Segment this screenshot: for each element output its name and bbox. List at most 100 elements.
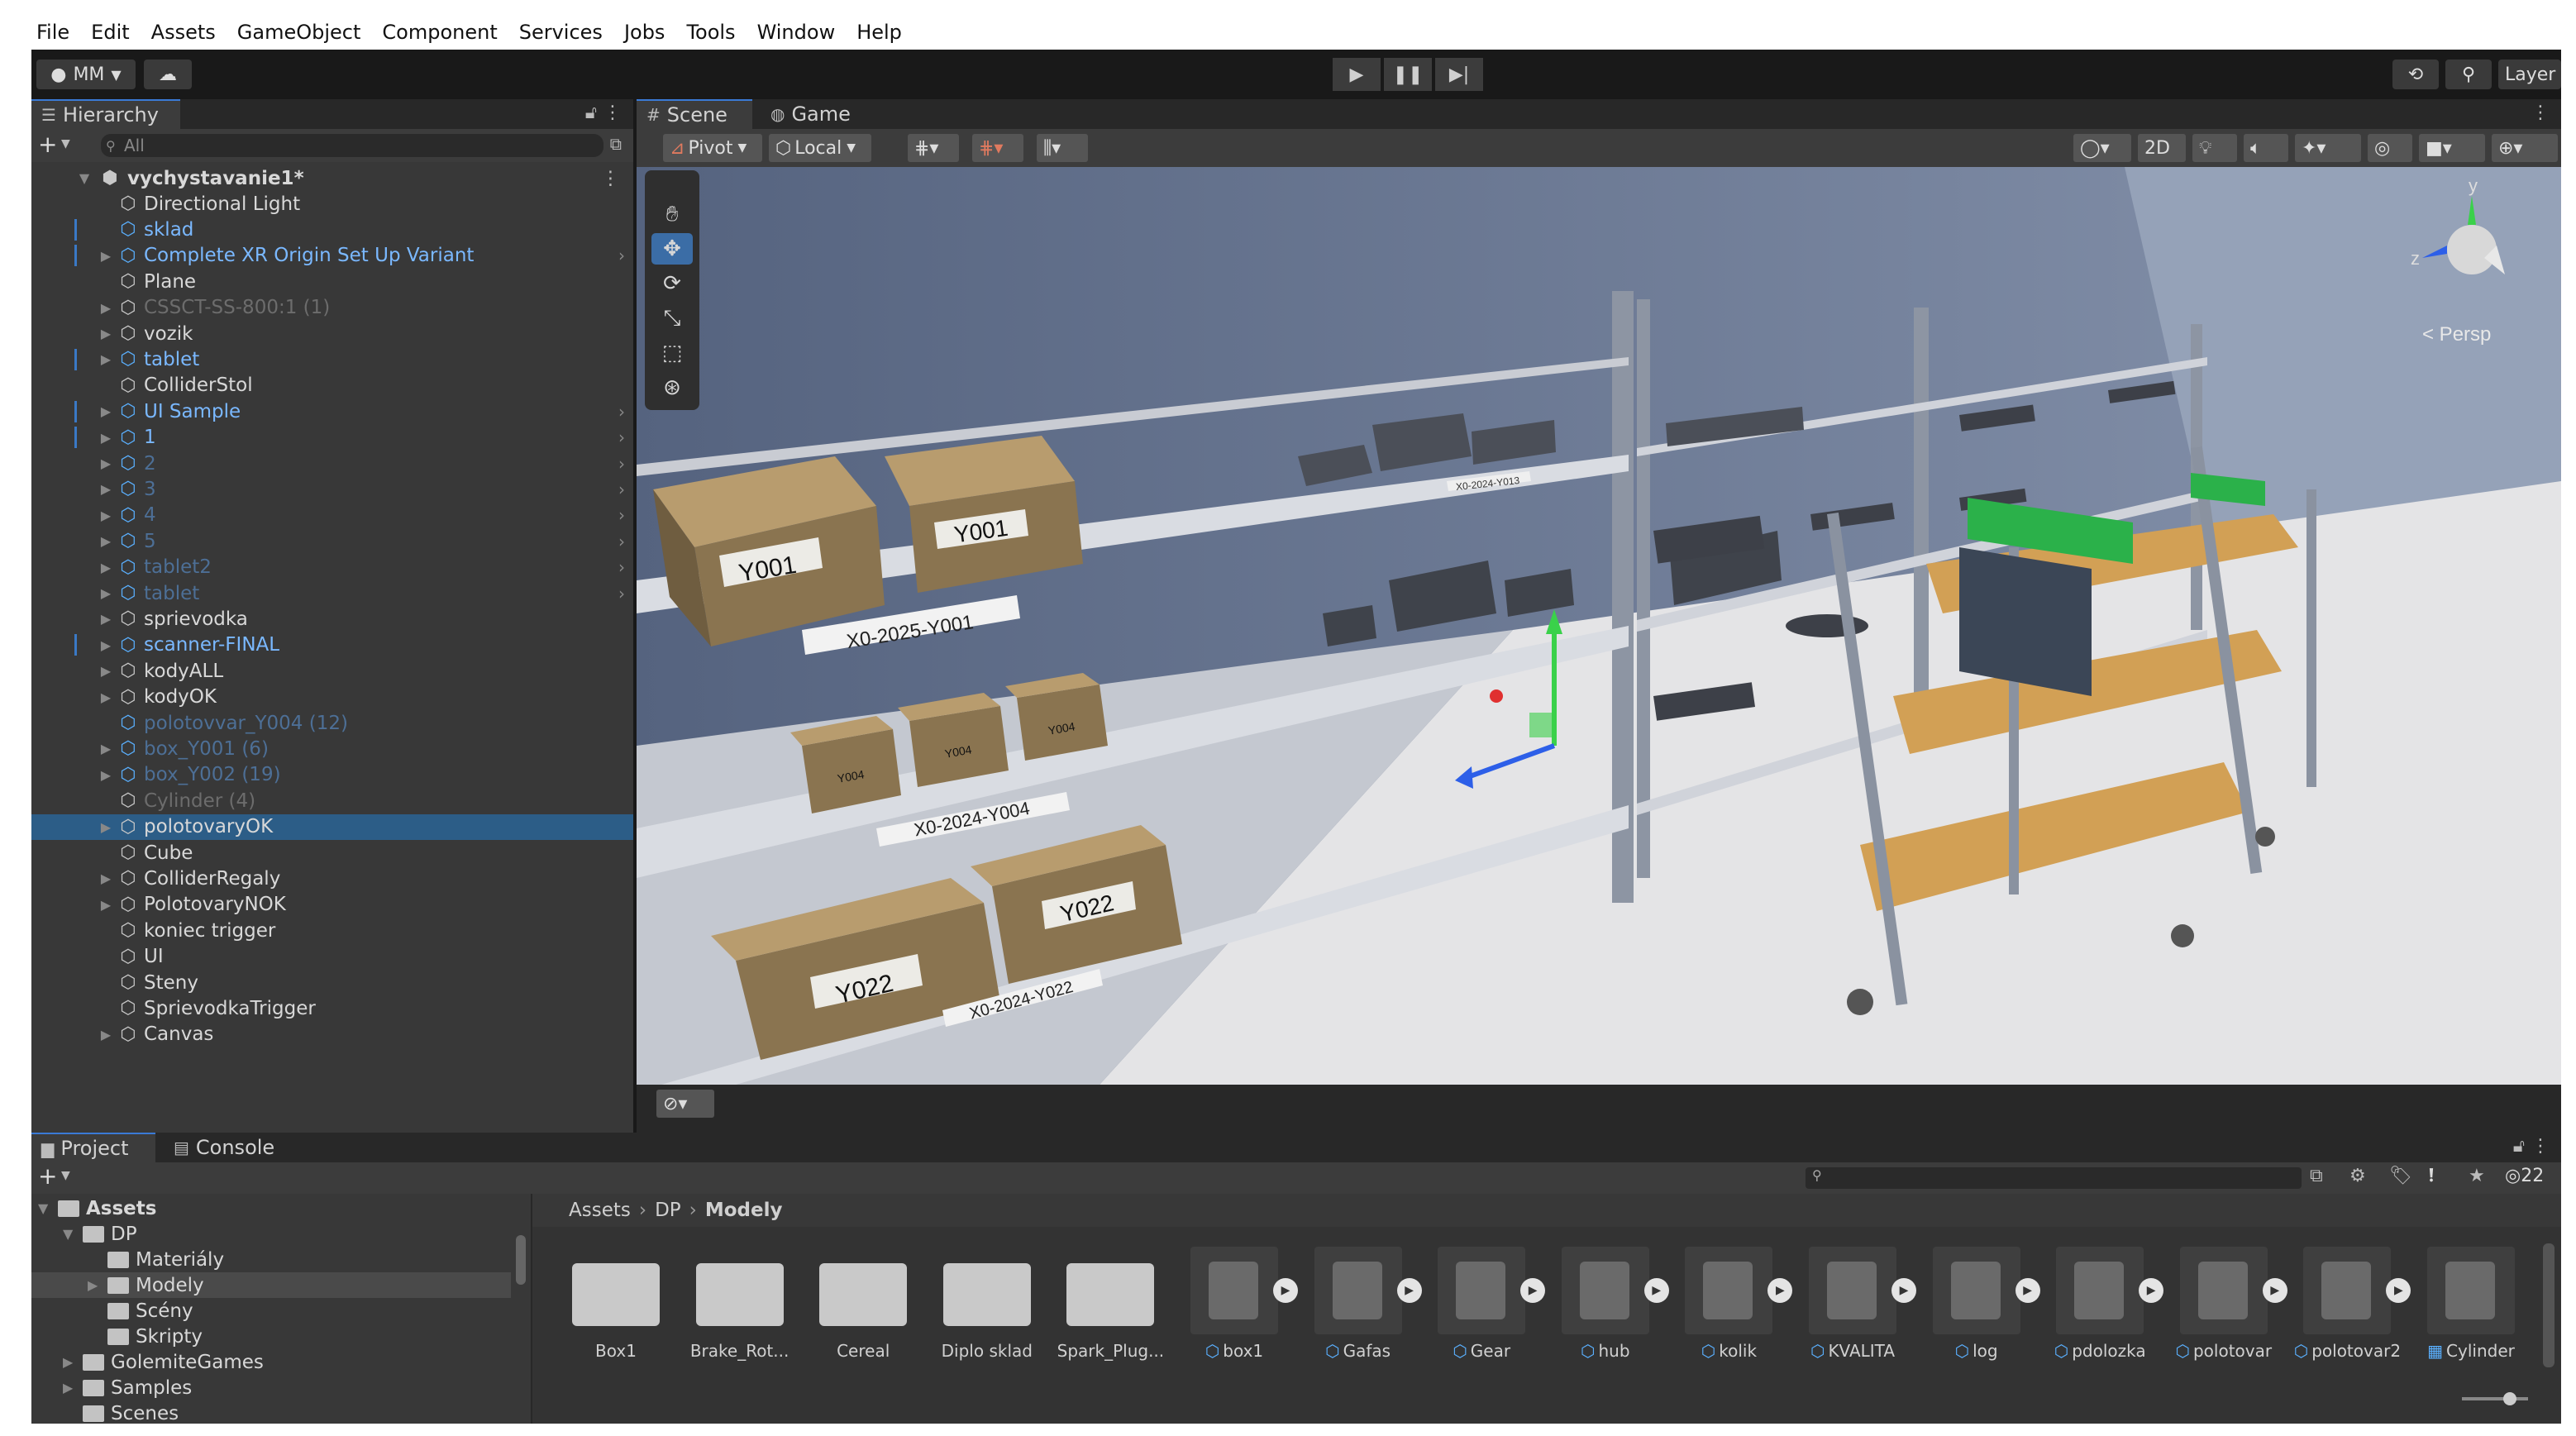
hierarchy-search-input[interactable]: ⚲ All (101, 134, 603, 157)
step-button[interactable]: ▶| (1435, 58, 1483, 91)
project-folder-item[interactable]: ▼ Assets (31, 1195, 511, 1221)
asset-item-folder[interactable]: Cereal (809, 1238, 917, 1371)
zoom-slider[interactable] (2462, 1392, 2528, 1405)
foldout-icon[interactable]: ▶ (98, 663, 114, 679)
expand-asset-icon[interactable]: ▶ (1520, 1278, 1546, 1303)
foldout-icon[interactable]: ▶ (98, 689, 114, 705)
foldout-icon[interactable]: ▶ (98, 351, 114, 367)
gizmos-dropdown[interactable]: ⊕▾ (2492, 134, 2558, 162)
persp-label[interactable]: < Persp (2422, 323, 2491, 346)
hierarchy-item[interactable]: ▶ ⬡ box_Y001 (6) (31, 736, 633, 761)
foldout-icon[interactable]: ▶ (98, 508, 114, 523)
asset-item-model[interactable]: ▶ ⬡ polotovar (2170, 1238, 2287, 1371)
chevron-right-icon[interactable]: › (618, 454, 625, 474)
menu-window[interactable]: Window (752, 21, 852, 44)
project-folder-item[interactable]: Scenes (31, 1400, 511, 1426)
menu-jobs[interactable]: Jobs (619, 21, 682, 44)
project-folder-item[interactable]: ▶ Samples (31, 1375, 511, 1400)
folder-tree-scrollbar[interactable] (516, 1235, 526, 1285)
asset-item-folder[interactable]: Brake_Rot... (686, 1238, 794, 1371)
search-by-type-icon[interactable]: ⧉ (2310, 1166, 2323, 1186)
hierarchy-item[interactable]: ⬡ Steny (31, 970, 633, 995)
expand-asset-icon[interactable]: ▶ (1396, 1278, 1422, 1303)
hierarchy-item[interactable]: ▶ ⬡ UI Sample › (31, 398, 633, 424)
asset-item-folder[interactable]: Spark_Plug... (1057, 1238, 1164, 1371)
asset-grid-scrollbar[interactable] (2543, 1243, 2555, 1367)
foldout-icon[interactable]: ▶ (98, 560, 114, 575)
hidden-objects-toggle[interactable]: ◎ (2368, 134, 2412, 162)
project-search-input[interactable]: ⚲ (1806, 1167, 2302, 1189)
expand-asset-icon[interactable]: ▶ (2015, 1278, 2040, 1303)
camera-dropdown[interactable]: ■▾ (2419, 134, 2485, 162)
foldout-icon[interactable]: ▶ (98, 871, 114, 886)
chevron-right-icon[interactable]: › (618, 505, 625, 525)
chevron-right-icon[interactable]: › (618, 402, 625, 422)
hierarchy-item[interactable]: ⬡ sklad (31, 217, 633, 242)
local-dropdown[interactable]: ⬡ Local ▼ (769, 134, 871, 162)
hierarchy-item[interactable]: ▶ ⬡ Canvas (31, 1022, 633, 1047)
menu-component[interactable]: Component (377, 21, 513, 44)
more-icon[interactable]: ⋮ (2531, 103, 2550, 123)
tab-scene[interactable]: # Scene (637, 99, 752, 129)
hierarchy-item[interactable]: ▶ ⬡ kodyOK (31, 685, 633, 710)
hierarchy-item[interactable]: ▶ ⬡ box_Y002 (19) (31, 762, 633, 788)
more-icon[interactable]: ⋮ (601, 168, 620, 189)
hierarchy-item[interactable]: ▶ ⬡ kodyALL (31, 658, 633, 684)
expand-asset-icon[interactable]: ▶ (1273, 1278, 1298, 1303)
project-folder-item[interactable]: Skripty (31, 1324, 511, 1349)
menu-services[interactable]: Services (514, 21, 619, 44)
hierarchy-item[interactable]: ▶ ⬡ polotovaryOK (31, 813, 633, 840)
hierarchy-item[interactable]: ▶ ⬡ 2 › (31, 451, 633, 476)
hierarchy-item[interactable]: ▶ ⬡ tablet2 › (31, 555, 633, 580)
hierarchy-item[interactable]: ⬡ Directional Light (31, 191, 633, 217)
foldout-icon[interactable]: ▼ (63, 1226, 73, 1242)
effects-dropdown[interactable]: ✦▾ (2295, 134, 2361, 162)
project-folder-item[interactable]: ▶ GolemiteGames (31, 1349, 511, 1375)
account-dropdown[interactable]: ● MM ▼ (36, 60, 136, 89)
expand-asset-icon[interactable]: ▶ (1891, 1278, 1916, 1303)
orientation-dropdown[interactable]: ⊘▾ (656, 1090, 714, 1118)
scale-tool[interactable]: ⤡ (651, 303, 693, 334)
tab-console[interactable]: ▤ Console (164, 1133, 296, 1162)
foldout-icon[interactable]: ▼ (76, 170, 93, 186)
hierarchy-item[interactable]: ⬡ polotovvar_Y004 (12) (31, 710, 633, 736)
hierarchy-item[interactable]: ▶ ⬡ 3 › (31, 476, 633, 502)
chevron-right-icon[interactable]: › (618, 557, 625, 577)
asset-item-mesh[interactable]: ▦ Cylinder (2417, 1238, 2525, 1371)
menu-help[interactable]: Help (852, 21, 918, 44)
hierarchy-item[interactable]: ▶ ⬡ PolotovaryNOK (31, 892, 633, 918)
add-icon[interactable]: + (38, 131, 57, 158)
foldout-icon[interactable]: ▶ (88, 1277, 98, 1293)
favorite-icon[interactable]: ★ (2469, 1166, 2485, 1186)
hidden-packages-toggle[interactable]: ◎22 (2505, 1166, 2544, 1186)
hierarchy-item[interactable]: ▶ ⬡ ColliderRegaly (31, 866, 633, 891)
hierarchy-item[interactable]: ▶ ⬡ Complete XR Origin Set Up Variant › (31, 243, 633, 269)
hierarchy-item[interactable]: ▶ ⬡ CSSCT-SS-800:1 (1) (31, 295, 633, 321)
foldout-icon[interactable]: ▼ (38, 1200, 48, 1216)
expand-asset-icon[interactable]: ▶ (1643, 1278, 1669, 1303)
pivot-dropdown[interactable]: ⊿ Pivot ▼ (663, 134, 762, 162)
lock-icon[interactable]: 🔓︎ (2513, 1136, 2525, 1157)
hierarchy-item[interactable]: ▶ ⬡ tablet (31, 346, 633, 372)
hierarchy-item[interactable]: ⬡ ColliderStol (31, 373, 633, 398)
toggle-2d-button[interactable]: 2D (2138, 134, 2186, 162)
foldout-icon[interactable]: ▶ (98, 300, 114, 316)
breadcrumb-dp[interactable]: DP (655, 1200, 681, 1221)
chevron-down-icon[interactable]: ▼ (61, 1169, 70, 1182)
asset-item-model[interactable]: ▶ ⬡ log (1923, 1238, 2040, 1371)
tab-project[interactable]: ▆ Project (31, 1133, 155, 1162)
pause-button[interactable]: ❚❚ (1384, 58, 1432, 91)
tab-game[interactable]: ◍ Game (761, 99, 868, 129)
foldout-icon[interactable]: ▶ (98, 326, 114, 341)
foldout-icon[interactable]: ▶ (98, 481, 114, 497)
project-folder-item[interactable]: Scény (31, 1298, 511, 1324)
cloud-button[interactable]: ☁ (144, 60, 192, 89)
filter-icon[interactable]: ⚙ (2349, 1166, 2366, 1186)
foldout-icon[interactable]: ▶ (63, 1354, 73, 1370)
foldout-icon[interactable]: ▶ (98, 819, 114, 835)
hierarchy-item[interactable]: ▶ ⬡ tablet › (31, 580, 633, 606)
hierarchy-item[interactable]: ⬡ Cube (31, 840, 633, 866)
hierarchy-item[interactable]: ▶ ⬡ 5 › (31, 528, 633, 554)
grid-snap-button[interactable]: ⋕▾ (908, 134, 959, 162)
asset-item-model[interactable]: ▶ ⬡ Gafas (1305, 1238, 1422, 1371)
